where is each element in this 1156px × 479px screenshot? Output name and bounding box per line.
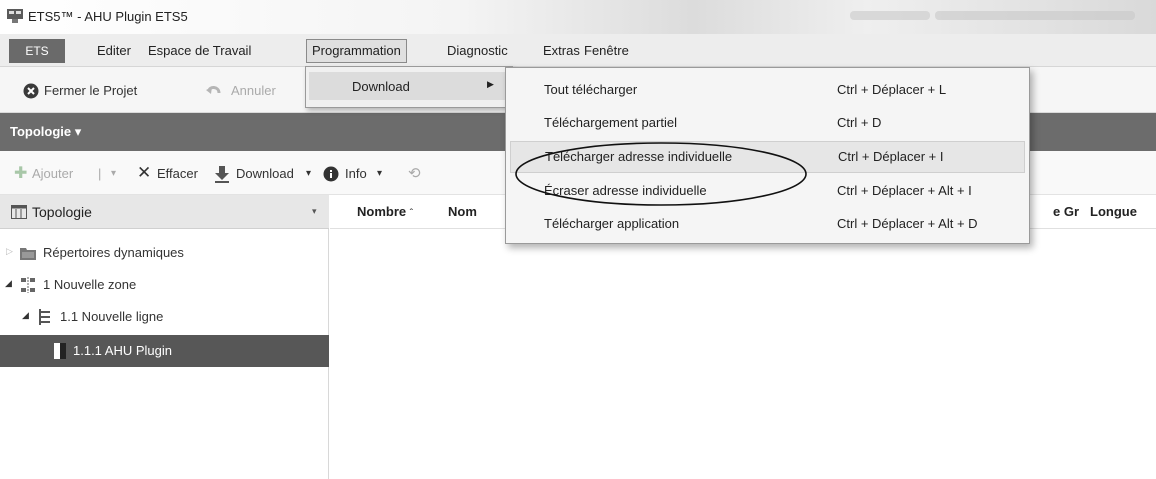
close-project-label: Fermer le Projet [44, 83, 138, 98]
blurred-window-tab [935, 11, 1135, 20]
expand-arrow-icon[interactable]: ▷ [6, 246, 13, 257]
menu-item-telechargement-partiel[interactable]: Téléchargement partiel Ctrl + D [510, 107, 1025, 139]
menu-espace-de-travail[interactable]: Espace de Travail [143, 39, 256, 63]
undo-label: Annuler [231, 83, 276, 98]
sort-icon: ˆ [409, 208, 414, 219]
topology-grid-icon [11, 205, 27, 219]
topology-bar-label: Topologie ▾ [10, 124, 82, 139]
tree-item-label: 1.1.1 AHU Plugin [73, 343, 173, 358]
topology-panel: Topologie ▾ ▷ Répertoires dynamiques ◢ 1… [0, 195, 329, 479]
column-header-nom[interactable]: Nom [448, 204, 477, 219]
menu-item-label: Tout télécharger [544, 82, 638, 97]
close-circle-icon [23, 83, 39, 99]
menu-item-shortcut: Ctrl + Déplacer + Alt + D [837, 216, 978, 231]
rotate-icon[interactable]: ⟲ [408, 164, 421, 184]
column-header-group[interactable]: e Gr [1053, 204, 1079, 219]
device-icon [54, 343, 66, 359]
menu-item-shortcut: Ctrl + D [837, 115, 882, 130]
menu-editer[interactable]: Editer [92, 39, 136, 63]
column-header-longue[interactable]: Longue [1090, 204, 1137, 219]
programmation-menu: Download ▶ [305, 66, 513, 108]
folder-icon [20, 248, 36, 260]
info-label: Info [345, 166, 367, 181]
menu-fenetre[interactable]: Fenêtre [579, 39, 634, 63]
zone-icon [21, 277, 35, 293]
menu-item-label: Téléchargement partiel [544, 115, 677, 130]
menu-ets[interactable]: ETS [9, 39, 65, 63]
menu-extras[interactable]: Extras [538, 39, 585, 63]
menu-item-telecharger-application[interactable]: Télécharger application Ctrl + Déplacer … [510, 208, 1025, 240]
collapse-arrow-icon[interactable]: ◢ [5, 278, 12, 289]
plus-icon: ✚ [14, 165, 28, 182]
column-header-nombre[interactable]: Nombre ˆ [357, 204, 413, 219]
chevron-down-icon: ▾ [306, 168, 312, 179]
add-dropdown-icon[interactable]: ▾ [111, 164, 116, 184]
menu-diagnostic[interactable]: Diagnostic [442, 39, 513, 63]
menu-bar: ETS Editer Espace de Travail Programmati… [0, 34, 1156, 67]
window-title: ETS5™ - AHU Plugin ETS5 [28, 9, 188, 24]
tree-item-nouvelle-zone[interactable]: ◢ 1 Nouvelle zone [0, 269, 329, 301]
menu-item-download[interactable]: Download ▶ [309, 72, 509, 100]
menu-item-label: Télécharger application [544, 216, 680, 231]
line-icon [39, 309, 50, 325]
highlight-ellipse [515, 142, 807, 206]
column-header-label: Nombre [357, 204, 407, 219]
tree-item-repertoires-dynamiques[interactable]: ▷ Répertoires dynamiques [0, 237, 329, 269]
tree-item-nouvelle-ligne[interactable]: ◢ 1.1 Nouvelle ligne [0, 301, 329, 333]
chevron-down-icon: ▾ [377, 168, 383, 179]
menu-programmation[interactable]: Programmation [306, 39, 407, 63]
x-icon: ✕ [137, 163, 152, 182]
separator: | [98, 166, 102, 181]
menu-item-shortcut: Ctrl + Déplacer + Alt + I [837, 183, 972, 198]
tree-item-label: Répertoires dynamiques [43, 245, 184, 260]
info-icon [323, 166, 339, 182]
tree-item-label: 1 Nouvelle zone [43, 277, 137, 292]
menu-item-shortcut: Ctrl + Déplacer + L [837, 82, 947, 97]
collapse-arrow-icon[interactable]: ◢ [22, 310, 29, 321]
menu-item-shortcut: Ctrl + Déplacer + I [838, 149, 944, 164]
tree-item-label: 1.1 Nouvelle ligne [60, 309, 164, 324]
delete-label: Effacer [157, 166, 198, 181]
download-label: Download [236, 166, 294, 181]
blurred-window-tab [850, 11, 930, 20]
title-bar: ETS5™ - AHU Plugin ETS5 [0, 0, 1156, 34]
undo-icon [206, 86, 221, 94]
menu-item-tout-telecharger[interactable]: Tout télécharger Ctrl + Déplacer + L [510, 74, 1025, 106]
chevron-down-icon[interactable]: ▾ [312, 206, 317, 217]
add-label: Ajouter [32, 166, 74, 181]
submenu-arrow-icon: ▶ [487, 79, 494, 89]
download-arrow-icon [215, 166, 229, 183]
ets-app-icon [7, 9, 23, 23]
tree-item-ahu-plugin[interactable]: 1.1.1 AHU Plugin [0, 335, 329, 367]
menu-item-label: Download [352, 79, 410, 94]
topology-panel-title: Topologie [32, 204, 92, 220]
topology-panel-header[interactable]: Topologie ▾ [0, 195, 329, 229]
